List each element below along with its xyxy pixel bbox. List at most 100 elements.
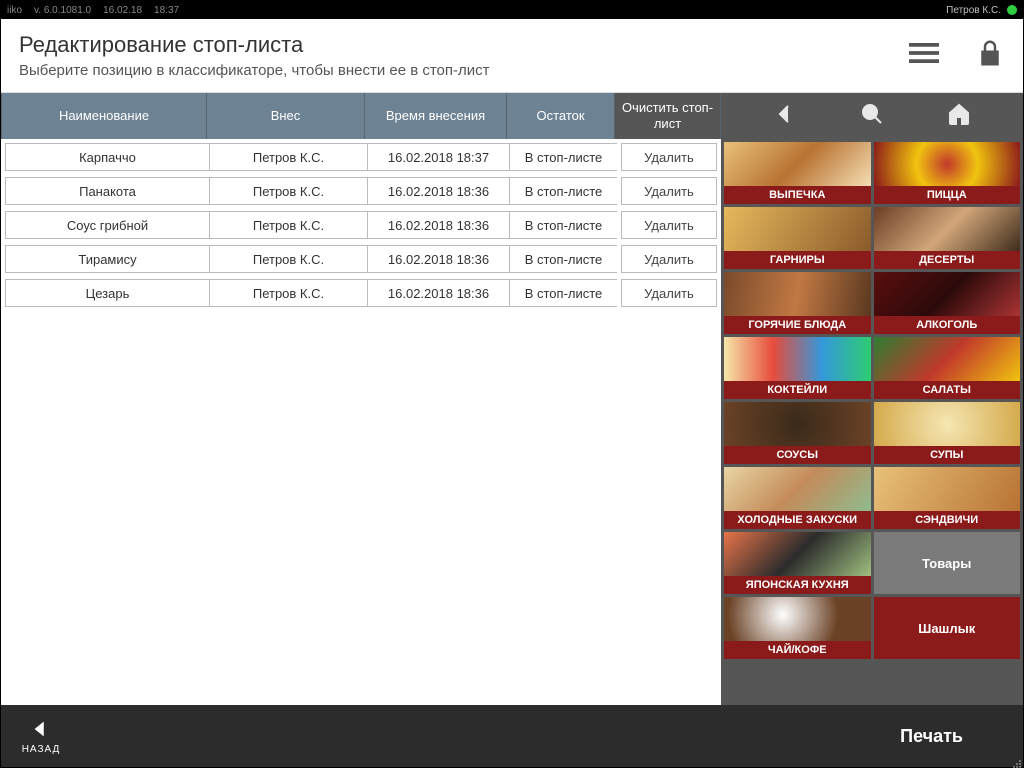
cell-status: В стоп-листе [509, 211, 617, 239]
category-image [724, 532, 871, 576]
table-row[interactable]: КарпаччоПетров К.С.16.02.2018 18:37В сто… [5, 143, 717, 171]
cell-status: В стоп-листе [509, 177, 617, 205]
page-title: Редактирование стоп-листа [19, 32, 490, 58]
category-label: ГАРНИРЫ [724, 251, 871, 269]
back-label: НАЗАД [22, 744, 61, 755]
cell-user: Петров К.С. [209, 245, 367, 273]
cell-time: 16.02.2018 18:37 [367, 143, 509, 171]
category-image [874, 467, 1021, 511]
category-tile[interactable]: СЭНДВИЧИ [874, 467, 1021, 529]
category-tile[interactable]: ГОРЯЧИЕ БЛЮДА [724, 272, 871, 334]
clear-stoplist-button[interactable]: Очистить стоп-лист [615, 93, 721, 139]
cell-name: Карпаччо [5, 143, 209, 171]
category-label: СЭНДВИЧИ [874, 511, 1021, 529]
category-tile[interactable]: Товары [874, 532, 1021, 594]
cell-user: Петров К.С. [209, 279, 367, 307]
cell-time: 16.02.2018 18:36 [367, 245, 509, 273]
category-image [724, 402, 871, 446]
category-image [724, 272, 871, 316]
category-image [874, 402, 1021, 446]
col-time[interactable]: Время внесения [365, 93, 507, 139]
delete-button[interactable]: Удалить [621, 279, 717, 307]
system-time: 18:37 [154, 5, 179, 16]
category-label: Товары [922, 556, 971, 571]
category-image [724, 467, 871, 511]
category-label: ВЫПЕЧКА [724, 186, 871, 204]
category-panel: ВЫПЕЧКАПИЦЦА ГАРНИРЫДЕСЕРТЫ ГОРЯЧИЕ БЛЮДАА… [721, 93, 1023, 705]
category-tile[interactable]: ЯПОНСКАЯ КУХНЯ [724, 532, 871, 594]
category-label: САЛАТЫ [874, 381, 1021, 399]
delete-button[interactable]: Удалить [621, 177, 717, 205]
print-button[interactable]: Печать [900, 726, 1023, 747]
col-status[interactable]: Остаток [507, 93, 615, 139]
category-tile[interactable]: АЛКОГОЛЬ [874, 272, 1021, 334]
col-user[interactable]: Внес [207, 93, 365, 139]
category-tile[interactable]: ЧАЙ/КОФЕ [724, 597, 871, 659]
home-icon[interactable] [947, 102, 971, 131]
category-image [874, 272, 1021, 316]
table-row[interactable]: ПанакотаПетров К.С.16.02.2018 18:36В сто… [5, 177, 717, 205]
category-tile[interactable]: ХОЛОДНЫЕ ЗАКУСКИ [724, 467, 871, 529]
category-image [724, 337, 871, 381]
category-tile[interactable]: СОУСЫ [724, 402, 871, 464]
system-topbar: iiko v. 6.0.1081.0 16.02.18 18:37 Петров… [1, 1, 1023, 19]
category-tile[interactable]: ГАРНИРЫ [724, 207, 871, 269]
category-image [724, 207, 871, 251]
category-label: ГОРЯЧИЕ БЛЮДА [724, 316, 871, 334]
table-row[interactable]: ТирамисуПетров К.С.16.02.2018 18:36В сто… [5, 245, 717, 273]
category-tile[interactable]: КОКТЕЙЛИ [724, 337, 871, 399]
cell-time: 16.02.2018 18:36 [367, 177, 509, 205]
delete-button[interactable]: Удалить [621, 245, 717, 273]
category-tile[interactable]: Шашлык [874, 597, 1021, 659]
cell-status: В стоп-листе [509, 143, 617, 171]
category-label: ЧАЙ/КОФЕ [724, 641, 871, 659]
table-row[interactable]: Соус грибнойПетров К.С.16.02.2018 18:36В… [5, 211, 717, 239]
search-icon[interactable] [860, 102, 884, 131]
back-button[interactable]: НАЗАД [1, 718, 81, 755]
category-label: АЛКОГОЛЬ [874, 316, 1021, 334]
resize-grip-icon[interactable] [1012, 756, 1022, 766]
category-tile[interactable]: ДЕСЕРТЫ [874, 207, 1021, 269]
category-image [874, 207, 1021, 251]
system-date: 16.02.18 [103, 5, 142, 16]
menu-icon[interactable] [909, 38, 939, 73]
category-image [724, 142, 871, 186]
page-header: Редактирование стоп-листа Выберите позиц… [1, 19, 1023, 93]
current-user: Петров К.С. [946, 5, 1001, 16]
cell-user: Петров К.С. [209, 143, 367, 171]
cell-name: Цезарь [5, 279, 209, 307]
table-header: Наименование Внес Время внесения Остаток… [1, 93, 721, 139]
page-subtitle: Выберите позицию в классификаторе, чтобы… [19, 62, 490, 79]
cell-name: Соус грибной [5, 211, 209, 239]
category-image [874, 142, 1021, 186]
category-label: ПИЦЦА [874, 186, 1021, 204]
category-label: СОУСЫ [724, 446, 871, 464]
cell-name: Панакота [5, 177, 209, 205]
cell-time: 16.02.2018 18:36 [367, 211, 509, 239]
category-label: КОКТЕЙЛИ [724, 381, 871, 399]
status-dot-icon [1007, 5, 1017, 15]
category-tile[interactable]: САЛАТЫ [874, 337, 1021, 399]
category-image [724, 597, 871, 641]
category-tile[interactable]: ВЫПЕЧКА [724, 142, 871, 204]
category-label: ЯПОНСКАЯ КУХНЯ [724, 576, 871, 594]
delete-button[interactable]: Удалить [621, 211, 717, 239]
stop-list-panel: Наименование Внес Время внесения Остаток… [1, 93, 721, 705]
col-name[interactable]: Наименование [1, 93, 207, 139]
category-label: СУПЫ [874, 446, 1021, 464]
app-name: iiko [7, 5, 22, 16]
table-row[interactable]: ЦезарьПетров К.С.16.02.2018 18:36В стоп-… [5, 279, 717, 307]
app-version: v. 6.0.1081.0 [34, 5, 91, 16]
delete-button[interactable]: Удалить [621, 143, 717, 171]
cell-time: 16.02.2018 18:36 [367, 279, 509, 307]
category-image [874, 337, 1021, 381]
category-label: ХОЛОДНЫЕ ЗАКУСКИ [724, 511, 871, 529]
category-label: Шашлык [918, 621, 975, 636]
cell-user: Петров К.С. [209, 211, 367, 239]
back-arrow-icon[interactable] [773, 102, 797, 131]
cell-status: В стоп-листе [509, 245, 617, 273]
cell-status: В стоп-листе [509, 279, 617, 307]
category-tile[interactable]: СУПЫ [874, 402, 1021, 464]
category-tile[interactable]: ПИЦЦА [874, 142, 1021, 204]
lock-icon[interactable] [975, 38, 1005, 73]
